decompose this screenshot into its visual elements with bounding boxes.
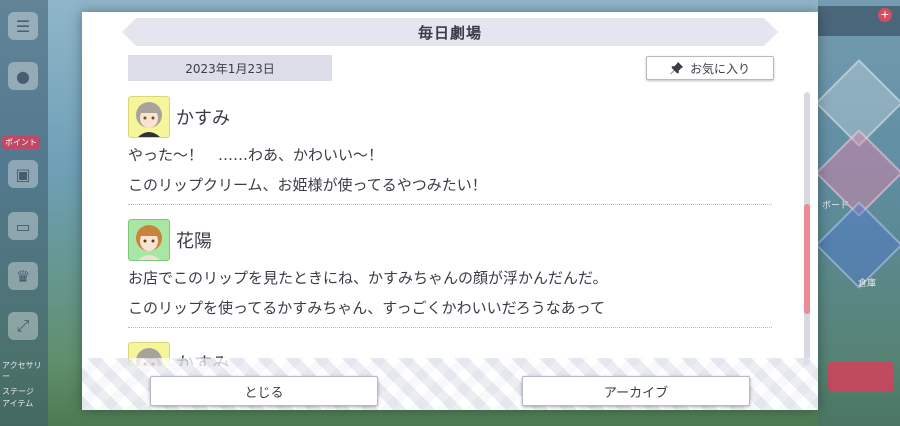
background-side-menu: ☰ ● ポイント ▣ ▭ ♛ ⤢ アクセサリー ステージ アイテム	[0, 0, 48, 426]
pin-icon	[670, 61, 684, 75]
entry-divider	[128, 204, 772, 205]
scrollbar[interactable]	[804, 92, 810, 366]
dialogue-line: やった～！ ……わあ、かわいい～！	[128, 146, 384, 164]
bg-label-storage: 倉庫	[858, 279, 877, 289]
speaker-name: 花陽	[176, 231, 212, 252]
bg-red-button	[828, 362, 894, 392]
point-badge: ポイント	[2, 136, 40, 149]
bg-label-accessory: アクセサリー	[2, 361, 42, 381]
daily-theater-dialog: 毎日劇場 2023年1月23日 お気に入り かすみ やった～！ ……わあ、かわい…	[82, 12, 818, 410]
avatar-hanayo	[128, 219, 170, 261]
background-right-panel: + ボード 倉庫	[815, 0, 900, 426]
character-icon	[136, 225, 162, 260]
avatar-kasumi	[128, 96, 170, 138]
scrollbar-thumb[interactable]	[804, 204, 810, 314]
entry-divider	[128, 327, 772, 328]
archive-label: アーカイブ	[603, 385, 669, 401]
bg-label-stage: ステージ	[2, 387, 34, 396]
expand-icon: ⤢	[8, 312, 38, 340]
dialogue-entry: かすみ やった～！ ……わあ、かわいい～！ このリップクリーム、お姫様が使ってる…	[128, 94, 772, 205]
menu-icon: ☰	[8, 12, 38, 40]
bg-label-item: アイテム	[2, 399, 34, 408]
plus-icon: +	[878, 8, 892, 22]
screen-icon: ▭	[8, 212, 38, 240]
archive-button[interactable]: アーカイブ	[522, 376, 750, 406]
gift-icon: ▣	[8, 160, 38, 188]
dialogue-entry: 花陽 お店でこのリップを見たときにね、かすみちゃんの顔が浮かんだんだ。 このリッ…	[128, 217, 772, 328]
dialogue-log[interactable]: かすみ やった～！ ……わあ、かわいい～！ このリップクリーム、お姫様が使ってる…	[128, 94, 772, 366]
close-label: とじる	[244, 385, 284, 401]
dialogue-line: このリップを使ってるかすみちゃん、すっごくかわいいだろうなあって	[128, 299, 606, 317]
favorite-label: お気に入り	[689, 61, 750, 76]
dialog-title: 毎日劇場	[417, 23, 482, 42]
speaker-name: かすみ	[176, 108, 230, 129]
bg-label-board: ボード	[822, 201, 850, 211]
dialog-title-bar: 毎日劇場	[122, 18, 778, 46]
speaker-row: 花陽	[128, 217, 772, 263]
speaker-row: かすみ	[128, 94, 772, 140]
dialogue-line: お店でこのリップを見たときにね、かすみちゃんの顔が浮かんだんだ。	[128, 269, 608, 287]
dialogue-line: このリップクリーム、お姫様が使ってるやつみたい！	[128, 176, 487, 194]
character-icon	[136, 102, 162, 137]
close-button[interactable]: とじる	[150, 376, 378, 406]
favorite-button[interactable]: お気に入り	[646, 56, 774, 80]
trophy-icon: ♛	[8, 262, 38, 290]
date-label: 2023年1月23日	[128, 55, 332, 81]
chat-icon: ●	[8, 62, 38, 90]
